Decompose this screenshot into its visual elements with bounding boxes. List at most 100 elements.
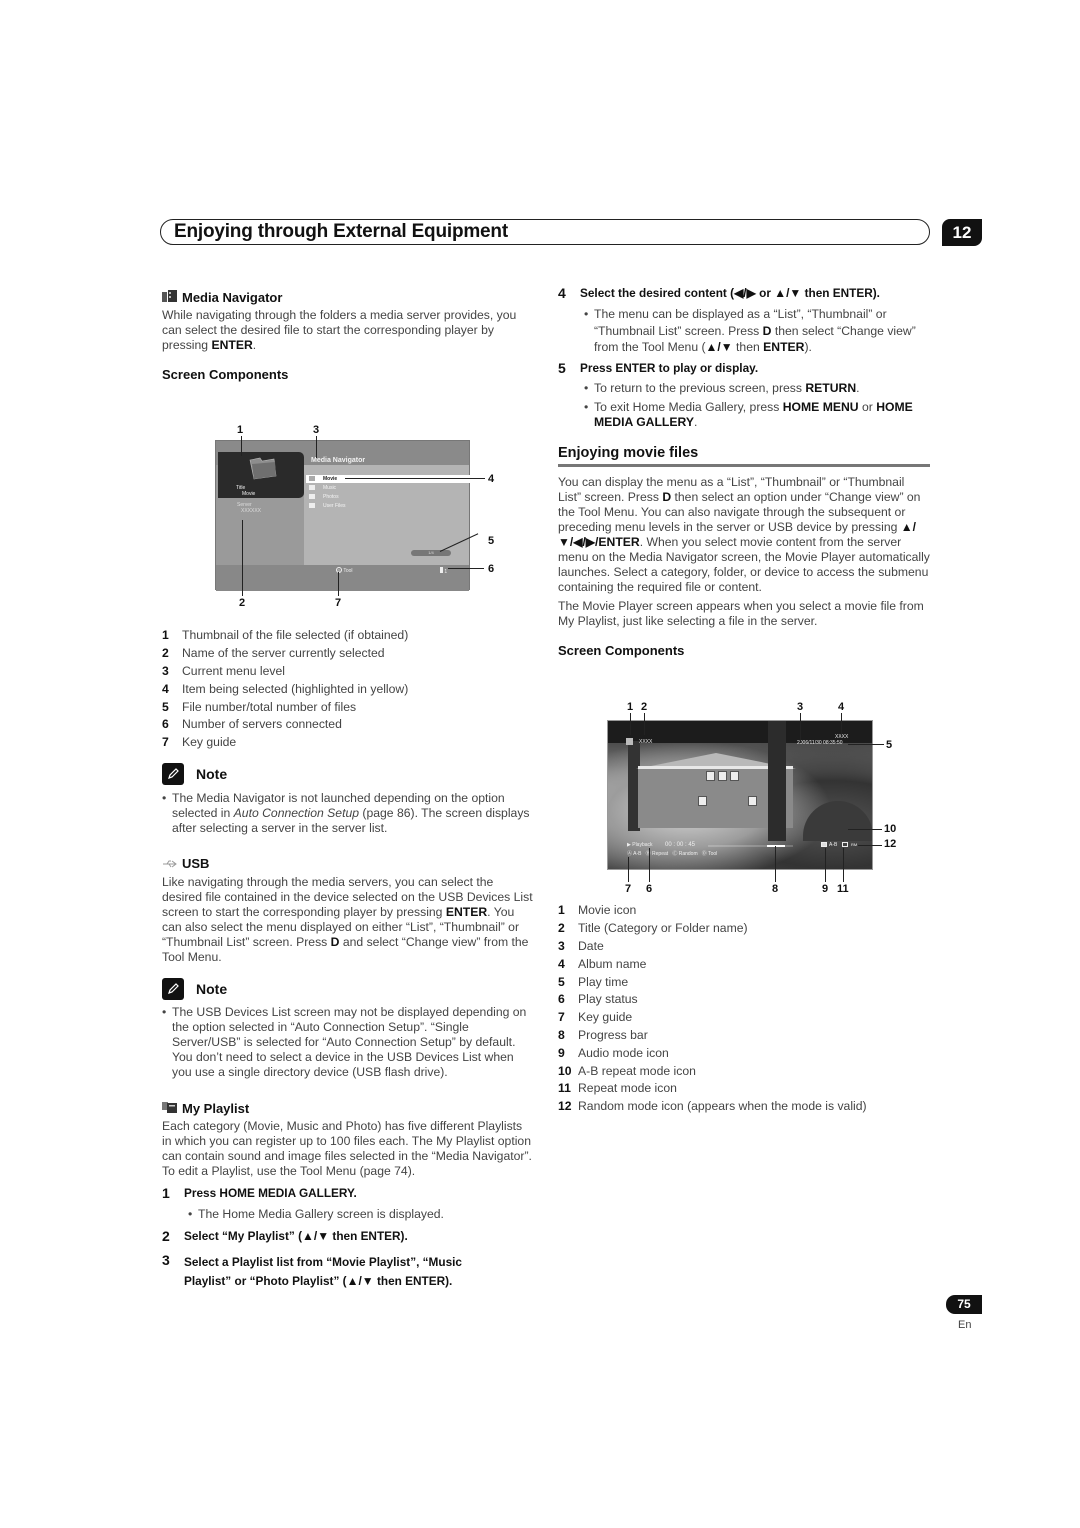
folder-icon [309,476,315,481]
my-playlist-heading: My Playlist [162,1101,534,1117]
server-icon [440,567,443,573]
random-mode-icon: RM [851,842,858,847]
callout-3: 3 [313,424,320,436]
list-item: 2 Name of the server currently selected [162,646,385,661]
up-down-arrow-icon: ▲/▼ [705,340,733,354]
repeat-mode-icon [842,842,848,847]
step-5-bullet-1: • To return to the previous screen, pres… [584,381,860,395]
menu-item-movie[interactable]: Movie [306,475,470,483]
usb-heading: USB [162,856,534,872]
my-playlist-section: My Playlist Each category (Movie, Music … [162,1101,534,1179]
pencil-icon [162,978,184,1000]
note-heading: Note [162,978,227,1000]
date-time: 2006/11/30 08:35:50 [797,740,843,746]
callout-1: 1 [237,424,244,436]
language-label: En [958,1319,972,1331]
media-navigator-section: Media Navigator While navigating through… [162,290,534,383]
note-heading: Note [162,763,227,785]
callout-2: 2 [641,701,648,713]
list-item: 8 Progress bar [558,1027,648,1042]
callout-7: 7 [335,597,342,609]
list-item: 4 Item being selected (highlighted in yel… [162,681,409,696]
folder-icon [309,485,315,490]
audio-mode-icon [821,842,827,847]
step-2: 2 Select “My Playlist” (▲/▼ then ENTER). [162,1228,408,1244]
key-guide: Ⓐ A-B Ⓑ Repeat Ⓒ Random Ⓓ Tool [627,851,717,857]
movie-body-1: You can display the menu as a “List”, “T… [558,475,930,594]
step-4-bullet: • The menu can be displayed as a “List”,… [584,307,916,354]
note-bullet: • The Media Navigator is not launched de… [162,791,530,835]
ab-repeat-icon: A-B [829,842,838,848]
list-item: 5 Play time [558,974,629,989]
page-number: 75 [946,1295,982,1314]
list-item: 10 A-B repeat mode icon [558,1063,696,1078]
list-item: 3 Current menu level [162,663,285,678]
folder-icon [249,457,277,480]
play-time: 00 : 00 : 45 [665,842,696,848]
callout-8: 8 [772,883,779,895]
callout-2: 2 [239,597,246,609]
playlist-icon [162,1101,178,1114]
usb-section: USB Like navigating through the media se… [162,856,534,965]
screen-components-heading: Screen Components [162,367,289,382]
up-down-arrow-icon: ▲/▼ [774,286,802,300]
file-counter: 1/4 [411,550,451,556]
up-down-arrow-icon: ▲/▼ [302,1229,330,1243]
list-item: 2 Title (Category or Folder name) [558,921,748,936]
movie-body-2: The Movie Player screen appears when you… [558,599,924,628]
movie-title: XXXX [639,739,653,745]
heading-rule [558,464,930,467]
list-item: 3 Date [558,938,604,953]
key-c-button[interactable]: Ⓒ Random [672,851,697,857]
callout-5: 5 [886,739,893,751]
callout-4: 4 [838,701,845,713]
screen-components-heading: Screen Components [558,643,685,658]
movie-icon [626,738,633,745]
my-playlist-body: Each category (Movie, Music and Photo) h… [162,1119,532,1178]
pencil-icon [162,763,184,785]
list-item: 12 Random mode icon (appears when the mod… [558,1099,867,1114]
media-navigator-icon [162,290,178,303]
menu-item-photos[interactable]: Photos [306,493,470,501]
callout-6: 6 [488,563,495,575]
servers-connected: 1 [440,567,447,575]
callout-10: 10 [884,823,897,835]
callout-4: 4 [488,473,495,485]
chapter-title: Enjoying through External Equipment [174,221,508,242]
callout-12: 12 [884,838,897,850]
list-item: 4 Album name [558,956,647,971]
media-navigator-components-list: 1 Thumbnail of the file selected (if obta… [162,627,534,752]
callout-6: 6 [646,883,653,895]
note-bullet: • The USB Devices List screen may not be… [162,1005,527,1079]
step-5-bullet-2: • To exit Home Media Gallery, press HOME… [584,400,913,429]
callout-11: 11 [837,883,849,895]
list-item: 1 Movie icon [558,903,637,918]
thumbnail-panel: Title Movie [218,452,304,498]
list-item: 7 Key guide [558,1010,633,1025]
callout-1: 1 [627,701,634,713]
current-menu-level: Media Navigator [311,457,366,464]
media-navigator-heading: Media Navigator [162,290,534,306]
step-4: 4 Select the desired content (◀/▶ or ▲/▼… [558,285,880,301]
step-5: 5 Press ENTER to play or display. [558,360,759,376]
list-item: 6 Play status [558,992,638,1007]
list-item: 9 Audio mode icon [558,1045,669,1060]
left-right-arrow-icon: ◀/▶ [734,286,756,300]
movie-player-screenshot: XXXX XXXX 2006/11/30 08:35:50 ▶ Playback… [607,720,873,870]
list-item: 7 Key guide [162,735,237,750]
usb-icon [162,857,178,870]
key-a-button[interactable]: Ⓐ A-B [627,851,641,857]
server-name: XXXXXX [241,508,262,514]
list-item: 5 File number/total number of files [162,699,357,714]
menu-item-user-files[interactable]: User Files [306,502,470,510]
menu-item-music[interactable]: Music [306,484,470,492]
step-1-bullet: • The Home Media Gallery screen is displa… [188,1207,444,1221]
key-d-button[interactable]: Ⓓ Tool [702,851,718,857]
movie-section: Enjoying movie files You can display the… [558,444,930,659]
folder-icon [309,494,315,499]
step-1: 1 Press HOME MEDIA GALLERY. [162,1185,357,1201]
callout-5: 5 [488,535,495,547]
list-item: 1 Thumbnail of the file selected (if obta… [162,628,409,643]
movie-heading: Enjoying movie files [558,445,699,461]
list-item: 11 Repeat mode icon [558,1081,677,1096]
